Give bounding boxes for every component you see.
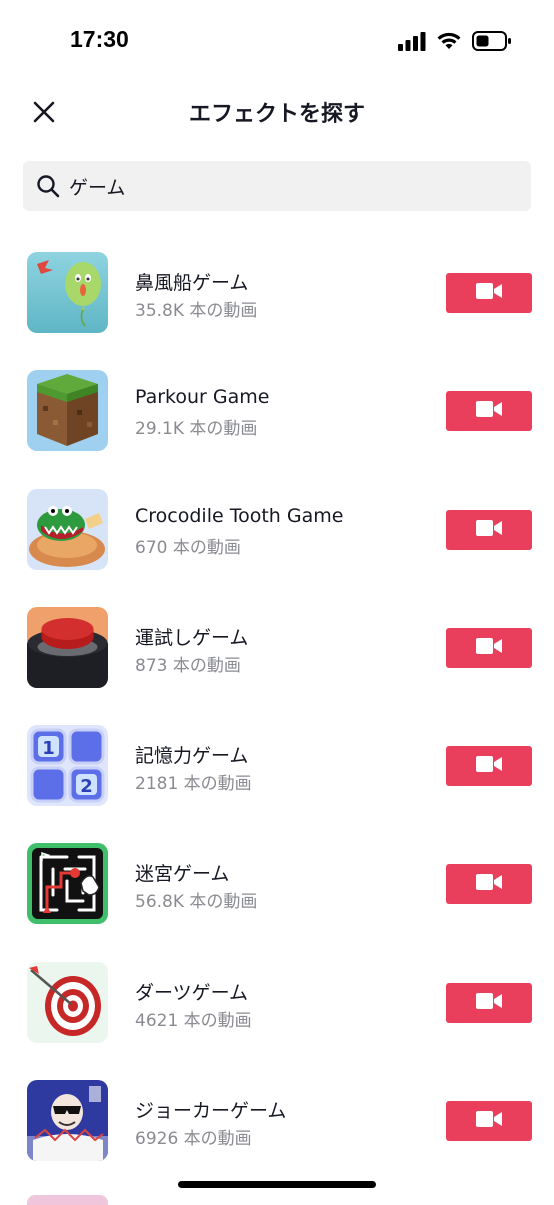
- home-indicator[interactable]: [178, 1181, 376, 1188]
- record-button[interactable]: [446, 509, 532, 550]
- video-camera-icon: [476, 519, 502, 541]
- list-item[interactable]: 運試しゲーム 873 本の動画: [0, 589, 554, 707]
- search-input[interactable]: [69, 175, 509, 197]
- record-button[interactable]: [446, 391, 532, 432]
- effect-name: Parkour Game: [135, 386, 270, 409]
- status-icons: [398, 30, 512, 56]
- list-item[interactable]: 鼻風船ゲーム 35.8K 本の動画: [0, 234, 554, 352]
- video-camera-icon: [476, 873, 502, 895]
- video-camera-icon: [476, 400, 502, 422]
- record-button[interactable]: [446, 746, 532, 787]
- dartboard-icon[interactable]: [27, 961, 108, 1043]
- list-item[interactable]: 1 2 記憶力ゲーム 2181 本の動画: [0, 707, 554, 825]
- svg-text:2: 2: [80, 776, 93, 797]
- list-item[interactable]: Crocodile Tooth Game 670 本の動画: [0, 471, 554, 589]
- search-icon: [35, 173, 61, 199]
- effect-video-count: 29.1K 本の動画: [135, 419, 258, 440]
- video-camera-icon: [476, 755, 502, 777]
- effect-name: 鼻風船ゲーム: [135, 272, 249, 294]
- effect-name: 運試しゲーム: [135, 626, 249, 649]
- status-bar: 17:30: [0, 0, 554, 80]
- page-title: エフェクトを探す: [188, 102, 365, 127]
- effect-video-count: 873 本の動画: [135, 655, 241, 676]
- video-camera-icon: [476, 637, 502, 659]
- joker-cards-icon[interactable]: [27, 1080, 108, 1162]
- battery-icon: [472, 30, 512, 56]
- red-button-icon[interactable]: [27, 606, 108, 688]
- video-camera-icon: [476, 282, 502, 304]
- list-item[interactable]: Parkour Game 29.1K 本の動画: [0, 352, 554, 470]
- record-button[interactable]: [446, 273, 532, 313]
- list-item[interactable]: ジョーカーゲーム 6926 本の動画: [0, 1062, 554, 1180]
- cellular-signal-icon: [398, 31, 426, 55]
- effect-name: 記憶力ゲーム: [135, 745, 249, 768]
- list-item[interactable]: ダーツゲーム 4621 本の動画: [0, 944, 554, 1062]
- number-tiles-icon[interactable]: 1 2: [27, 725, 108, 807]
- wifi-icon: [436, 31, 462, 55]
- effect-video-count: 6926 本の動画: [135, 1129, 252, 1150]
- video-camera-icon: [476, 992, 502, 1014]
- record-button[interactable]: [446, 627, 532, 668]
- effect-video-count: 670 本の動画: [135, 537, 241, 558]
- effect-name: 迷宮ゲーム: [135, 863, 230, 886]
- status-time: 17:30: [70, 26, 129, 52]
- svg-text:1: 1: [42, 738, 55, 759]
- header: エフェクトを探す: [0, 80, 554, 144]
- maze-icon[interactable]: [27, 843, 108, 925]
- crocodile-icon[interactable]: [27, 488, 108, 570]
- effect-name: ダーツゲーム: [135, 981, 249, 1004]
- effect-video-count: 4621 本の動画: [135, 1010, 252, 1031]
- record-button[interactable]: [446, 982, 532, 1023]
- video-camera-icon: [476, 1110, 502, 1132]
- effect-video-count: 2181 本の動画: [135, 774, 252, 795]
- effect-name: ジョーカーゲーム: [135, 1100, 287, 1123]
- effect-video-count: 56.8K 本の動画: [135, 892, 258, 913]
- list-item[interactable]: 迷宮ゲーム 56.8K 本の動画: [0, 825, 554, 943]
- grass-block-icon[interactable]: [27, 370, 108, 452]
- search-bar[interactable]: [23, 161, 531, 211]
- next-item-thumbnail: [27, 1195, 108, 1205]
- effect-name: Crocodile Tooth Game: [135, 504, 344, 527]
- effect-list: 鼻風船ゲーム 35.8K 本の動画 Parkour Game 29.1K 本の動…: [0, 234, 554, 1180]
- record-button[interactable]: [446, 1101, 532, 1142]
- effect-video-count: 35.8K 本の動画: [135, 301, 258, 321]
- record-button[interactable]: [446, 864, 532, 905]
- balloon-face-icon[interactable]: [27, 252, 108, 333]
